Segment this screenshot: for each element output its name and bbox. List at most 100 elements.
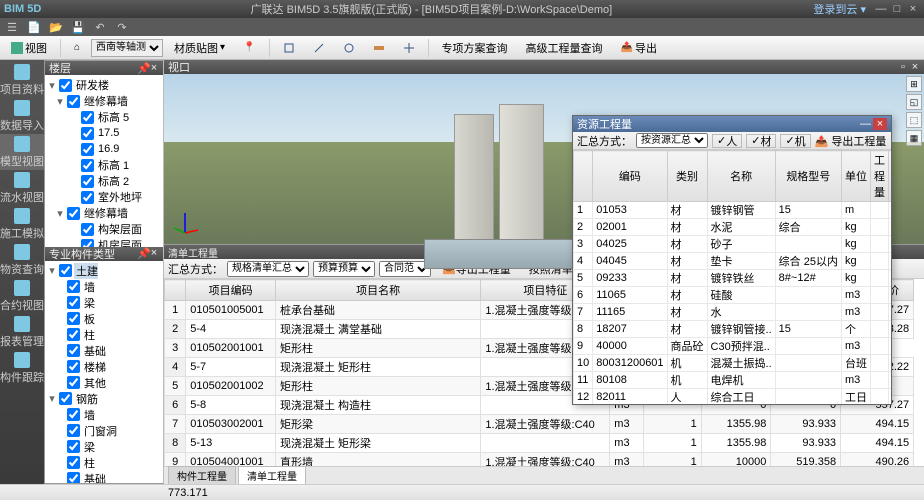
tool-icon-2[interactable] xyxy=(306,38,332,58)
table-row[interactable]: 940000商品砼C30预拌混..m34831.7134101981002.39 xyxy=(574,338,892,355)
resource-grid[interactable]: 编码类别名称规格型号单位工程量单价合价(元)101053材镀锌钢管15m862.… xyxy=(573,150,891,404)
tree-node[interactable]: 柱 xyxy=(47,455,161,471)
col-header[interactable]: 类别 xyxy=(667,151,707,202)
table-row[interactable]: 7010503002001矩形梁1.混凝土强度等级:C40m311355.989… xyxy=(165,415,924,434)
tree-node[interactable]: ▾继修幕墙 xyxy=(47,93,161,109)
tree-node[interactable]: 墙 xyxy=(47,279,161,295)
tree-checkbox[interactable] xyxy=(67,296,80,309)
tree-node[interactable]: ▾研发楼 xyxy=(47,77,161,93)
expand-icon[interactable]: ▾ xyxy=(47,79,57,92)
table-row[interactable]: 304025材砂子kg683.0440.0427.32 xyxy=(574,236,892,253)
menu-icon[interactable]: ☰ xyxy=(4,20,20,34)
pin-icon[interactable]: 📌 xyxy=(137,62,147,75)
material-map-button[interactable]: 材质贴图 ▾ xyxy=(167,38,232,58)
vp-tool-icon[interactable]: ▦ xyxy=(906,130,922,146)
filter-machine[interactable]: ✓ 机 xyxy=(780,134,810,148)
tool-icon-5[interactable] xyxy=(396,38,422,58)
tree-checkbox[interactable] xyxy=(67,456,80,469)
table-row[interactable]: 404045材垫卡综合 25以内kg262.0590.45117.93 xyxy=(574,253,892,270)
tree-node[interactable]: ▾土建 xyxy=(47,263,161,279)
table-row[interactable]: 818207材镀锌钢管接..15个1383.8410.52719.6 xyxy=(574,321,892,338)
vp-tool-icon[interactable]: ⬚ xyxy=(906,112,922,128)
floor-tree[interactable]: ▾研发楼▾继修幕墙标高 517.516.9标高 1标高 2室外地坪▾继修幕墙构架… xyxy=(45,75,163,247)
tree-checkbox[interactable] xyxy=(67,312,80,325)
tree-node[interactable]: 门窗洞 xyxy=(47,423,161,439)
home-icon[interactable]: ⌂ xyxy=(67,38,87,58)
minimize-icon[interactable]: — xyxy=(860,118,871,130)
table-row[interactable]: 202001材水泥综合kg113.2770.3741.91 xyxy=(574,219,892,236)
tree-checkbox[interactable] xyxy=(67,95,80,108)
col-header[interactable] xyxy=(574,151,593,202)
tree-node[interactable]: 梁 xyxy=(47,295,161,311)
expand-icon[interactable]: ▾ xyxy=(55,95,65,108)
tool-icon-4[interactable] xyxy=(366,38,392,58)
tree-checkbox[interactable] xyxy=(67,344,80,357)
tree-checkbox[interactable] xyxy=(59,79,72,92)
col-header[interactable] xyxy=(165,280,186,301)
table-row[interactable]: 85-13现浇混凝土 矩形梁m311355.9893.933494.15 xyxy=(165,434,924,453)
building-model[interactable] xyxy=(499,104,544,259)
tree-node[interactable]: 标高 1 xyxy=(47,157,161,173)
col-header[interactable]: 项目名称 xyxy=(275,280,480,301)
vp-tool-icon[interactable]: ◱ xyxy=(906,94,922,110)
redo-icon[interactable]: ↷ xyxy=(114,20,130,34)
resource-window[interactable]: 资源工程量—× 汇总方式： 按资源汇总 ✓ 人 ✓ 材 ✓ 机 📤 导出工程量 … xyxy=(572,115,892,405)
tree-checkbox[interactable] xyxy=(81,175,94,188)
tree-checkbox[interactable] xyxy=(59,392,72,405)
tree-checkbox[interactable] xyxy=(67,280,80,293)
close-icon[interactable]: × xyxy=(906,3,920,15)
summary-select[interactable]: 规格清单汇总 xyxy=(227,261,309,277)
view-button[interactable]: 视图 xyxy=(4,38,54,58)
tool-icon-1[interactable] xyxy=(276,38,302,58)
table-row[interactable]: 509233材镀锌铁丝8#~12#kg11.8353.8545.56 xyxy=(574,270,892,287)
tree-node[interactable]: 室外地坪 xyxy=(47,189,161,205)
expand-icon[interactable]: ▾ xyxy=(47,264,57,277)
res-export-button[interactable]: 📤 导出工程量 xyxy=(815,133,887,149)
new-icon[interactable]: 📄 xyxy=(26,20,42,34)
tree-node[interactable]: 标高 5 xyxy=(47,109,161,125)
spec-tree[interactable]: ▾土建墙梁板柱基础楼梯其他▾钢筋墙门窗洞梁柱基础其他▾给排水管道(水)阀门法兰(… xyxy=(45,261,163,483)
tree-node[interactable]: ▾继修幕墙 xyxy=(47,205,161,221)
tree-node[interactable]: 墙 xyxy=(47,407,161,423)
maximize-icon[interactable]: □ xyxy=(890,3,904,15)
tab-component[interactable]: 构件工程量 xyxy=(168,466,236,484)
tree-node[interactable]: 构架层面 xyxy=(47,221,161,237)
tree-node[interactable]: 板 xyxy=(47,311,161,327)
export-button[interactable]: 📤 导出 xyxy=(614,38,664,58)
cloud-login[interactable]: 登录到云 ▾ xyxy=(813,1,866,17)
tree-checkbox[interactable] xyxy=(67,440,80,453)
tree-checkbox[interactable] xyxy=(59,264,72,277)
dock-item[interactable]: 施工模拟 xyxy=(0,206,44,242)
table-row[interactable]: 611065材硅酸m31.17573.386.13 xyxy=(574,287,892,304)
col-header[interactable]: 编码 xyxy=(593,151,667,202)
dock-item[interactable]: 物资查询 xyxy=(0,242,44,278)
table-row[interactable]: 1080031200601机混凝土振捣..台班121.14318.652259.… xyxy=(574,355,892,372)
tree-node[interactable]: 16.9 xyxy=(47,141,161,157)
close-icon[interactable]: × xyxy=(910,61,920,73)
tree-node[interactable]: ▾钢筋 xyxy=(47,391,161,407)
expand-icon[interactable]: ▾ xyxy=(55,207,65,220)
dock-item[interactable]: 构件跟踪 xyxy=(0,350,44,386)
pin-icon[interactable]: 📍 xyxy=(236,38,262,58)
dock-item[interactable]: 项目资料 xyxy=(0,62,44,98)
col-header[interactable]: 工程量 xyxy=(870,151,888,202)
col-header[interactable]: 项目编码 xyxy=(186,280,276,301)
pin-icon[interactable]: 📌 xyxy=(137,247,147,260)
table-row[interactable]: 1282011人综合工日工日147.09132.534784.88 xyxy=(574,389,892,405)
expand-icon[interactable]: ▾ xyxy=(47,392,57,405)
table-row[interactable]: 101053材镀锌钢管15m862.2593.993440.41 xyxy=(574,202,892,219)
tree-node[interactable]: 基础 xyxy=(47,343,161,359)
building-model[interactable] xyxy=(454,114,494,254)
tree-node[interactable]: 梁 xyxy=(47,439,161,455)
tree-node[interactable]: 楼梯 xyxy=(47,359,161,375)
dock-item[interactable]: 合约视图 xyxy=(0,278,44,314)
tree-checkbox[interactable] xyxy=(81,223,94,236)
vp-tool-icon[interactable]: ⊞ xyxy=(906,76,922,92)
dock-item[interactable]: 数据导入 xyxy=(0,98,44,134)
dock-item[interactable]: 模型视图 xyxy=(0,134,44,170)
dock-item[interactable]: 流水视图 xyxy=(0,170,44,206)
tree-checkbox[interactable] xyxy=(67,472,80,483)
tree-node[interactable]: 基础 xyxy=(47,471,161,483)
undo-icon[interactable]: ↶ xyxy=(92,20,108,34)
tree-node[interactable]: 其他 xyxy=(47,375,161,391)
